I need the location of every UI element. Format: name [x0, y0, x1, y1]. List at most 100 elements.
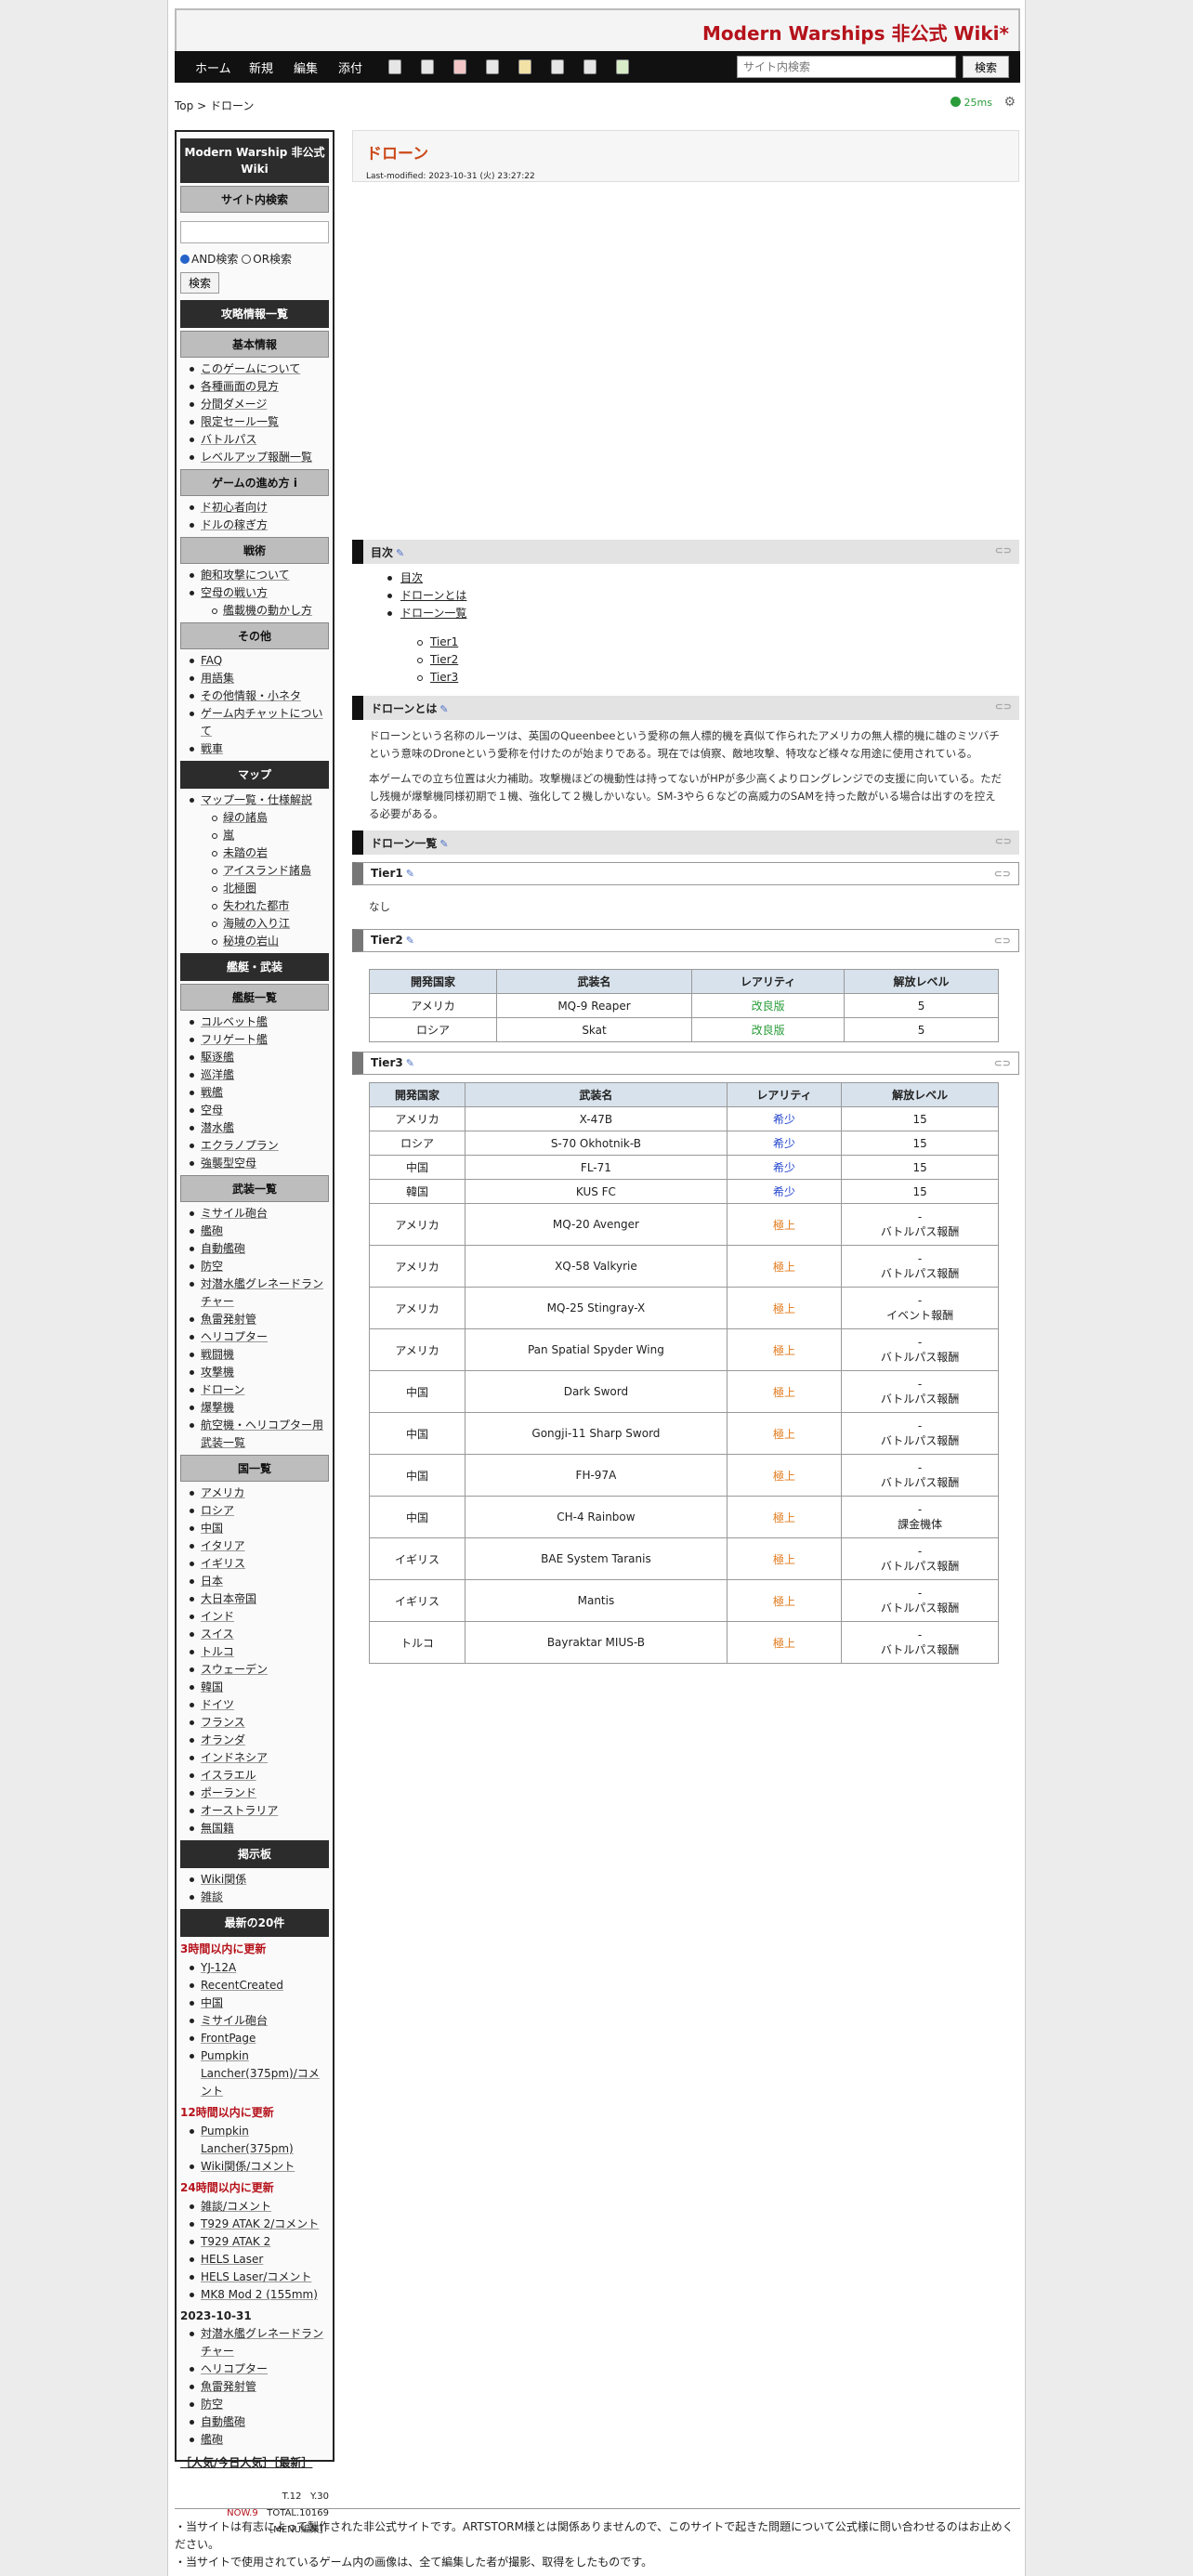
top-search-input[interactable]	[737, 56, 956, 78]
country-cell[interactable]: アメリカ	[368, 1287, 466, 1329]
recent-item[interactable]: Pumpkin Lancher(375pm)	[190, 2123, 329, 2158]
sidebar-item[interactable]: 日本	[190, 1573, 329, 1590]
list-icon[interactable]	[518, 59, 531, 74]
sidebar-item[interactable]: 航空機・ヘリコプター用武装一覧	[190, 1417, 329, 1452]
name-cell[interactable]: Skat	[496, 1017, 693, 1042]
sidebar-item[interactable]: ド初心者向け	[190, 499, 329, 517]
country-cell[interactable]: トルコ	[368, 1621, 466, 1664]
name-cell[interactable]: Mantis	[465, 1579, 728, 1622]
nav-edit-link[interactable]: 編集	[294, 59, 318, 76]
sidebar-subitem[interactable]: 緑の諸島	[190, 809, 329, 827]
sidebar-item[interactable]: インドネシア	[190, 1749, 329, 1767]
sidebar-search-button[interactable]: 検索	[180, 272, 220, 294]
recent-item[interactable]: RecentCreated	[190, 1977, 329, 1994]
sidebar-item[interactable]: 大日本帝国	[190, 1590, 329, 1608]
sidebar-search-input[interactable]	[180, 221, 329, 243]
edit-icon[interactable]: ✎	[406, 935, 414, 947]
site-title[interactable]: Modern Warships 非公式 Wiki*	[702, 19, 1009, 46]
sidebar-item[interactable]: ドイツ	[190, 1696, 329, 1714]
reload-icon[interactable]	[486, 59, 499, 74]
top-search-button[interactable]: 検索	[963, 56, 1009, 78]
sidebar-item[interactable]: 分間ダメージ	[190, 396, 329, 413]
recent-item[interactable]: T929 ATAK 2	[190, 2233, 329, 2251]
edit-icon[interactable]: ✎	[439, 703, 448, 715]
toc-link[interactable]: Tier3	[430, 671, 458, 684]
sidebar-item[interactable]: ドローン	[190, 1381, 329, 1399]
name-cell[interactable]: MQ-25 Stingray-X	[465, 1287, 728, 1329]
sidebar-item[interactable]: イギリス	[190, 1555, 329, 1573]
sidebar-item[interactable]: 各種画面の見方	[190, 378, 329, 396]
sidebar-item[interactable]: ロシア	[190, 1502, 329, 1520]
sidebar-item[interactable]: ミサイル砲台	[190, 1205, 329, 1223]
sidebar-item[interactable]: イスラエル	[190, 1767, 329, 1785]
sidebar-item[interactable]: イタリア	[190, 1537, 329, 1555]
sidebar-subitem[interactable]: 失われた都市	[190, 897, 329, 915]
sidebar-item[interactable]: 駆逐艦	[190, 1049, 329, 1066]
sidebar-item[interactable]: 戦闘機	[190, 1346, 329, 1364]
toc-link[interactable]: ドローンとは	[400, 589, 466, 602]
recent-item[interactable]: MK8 Mod 2 (155mm)	[190, 2286, 329, 2304]
and-radio[interactable]	[180, 255, 190, 264]
sidebar-item[interactable]: 雑談	[190, 1889, 329, 1906]
sidebar-item[interactable]: 攻撃機	[190, 1364, 329, 1381]
sidebar-item[interactable]: 中国	[190, 1520, 329, 1537]
sidebar-item[interactable]: レベルアップ報酬一覧	[190, 449, 329, 466]
edit-icon[interactable]: ✎	[406, 1057, 414, 1069]
recent-item[interactable]: 魚雷発射管	[190, 2378, 329, 2396]
name-cell[interactable]: Gongji-11 Sharp Sword	[465, 1412, 728, 1455]
country-cell[interactable]: イギリス	[368, 1537, 466, 1580]
link-icon[interactable]: ⊂⊃	[994, 868, 1011, 880]
sidebar-item[interactable]: ドルの稼ぎ方	[190, 517, 329, 534]
toc-link[interactable]: Tier1	[430, 635, 458, 648]
sidebar-item[interactable]: コルベット艦	[190, 1013, 329, 1031]
popular-links[interactable]: ［人気/今日人気］［最新］	[180, 2454, 329, 2470]
link-icon[interactable]: ⊂⊃	[995, 700, 1012, 713]
sidebar-item[interactable]: 戦艦	[190, 1084, 329, 1102]
link-icon[interactable]: ⊂⊃	[995, 544, 1012, 556]
name-cell[interactable]: Bayraktar MIUS-B	[465, 1621, 728, 1664]
sidebar-subitem[interactable]: 秘境の岩山	[190, 933, 329, 950]
recent-item[interactable]: 雑談/コメント	[190, 2198, 329, 2216]
sidebar-item[interactable]: ゲーム内チャットについて	[190, 705, 329, 740]
backup-icon[interactable]	[421, 59, 434, 74]
sidebar-item[interactable]: バトルパス	[190, 431, 329, 449]
recent-item[interactable]: YJ-12A	[190, 1959, 329, 1977]
country-cell[interactable]: 韓国	[368, 1179, 466, 1204]
sidebar-item[interactable]: 空母	[190, 1102, 329, 1119]
sidebar-item[interactable]: オーストラリア	[190, 1802, 329, 1820]
sidebar-subitem[interactable]: アイスランド諸島	[190, 862, 329, 880]
country-cell[interactable]: ロシア	[368, 1131, 466, 1156]
recent-item[interactable]: FrontPage	[190, 2030, 329, 2047]
recent-item[interactable]: ミサイル砲台	[190, 2012, 329, 2030]
name-cell[interactable]: FH-97A	[465, 1454, 728, 1497]
sidebar-item[interactable]: アメリカ	[190, 1484, 329, 1502]
sidebar-item[interactable]: 自動艦砲	[190, 1240, 329, 1258]
sidebar-item[interactable]: 防空	[190, 1258, 329, 1275]
sidebar-item[interactable]: 対潜水艦グレネードランチャー	[190, 1275, 329, 1311]
page-title[interactable]: ドローン	[366, 140, 1005, 163]
sidebar-item[interactable]: トルコ	[190, 1643, 329, 1661]
link-icon[interactable]: ⊂⊃	[995, 835, 1012, 847]
sidebar-item[interactable]: エクラノプラン	[190, 1137, 329, 1155]
recent-item[interactable]: HELS Laser	[190, 2251, 329, 2269]
sidebar-item[interactable]: 艦砲	[190, 1223, 329, 1240]
sidebar-item[interactable]: 韓国	[190, 1679, 329, 1696]
sidebar-item[interactable]: 戦車	[190, 740, 329, 758]
country-cell[interactable]: イギリス	[368, 1579, 466, 1622]
name-cell[interactable]: KUS FC	[465, 1179, 728, 1204]
link-icon[interactable]: ⊂⊃	[994, 935, 1011, 947]
recent-item[interactable]: 対潜水艦グレネードランチャー	[190, 2325, 329, 2360]
toc-link[interactable]: 目次	[400, 571, 423, 584]
name-cell[interactable]: Dark Sword	[465, 1370, 728, 1413]
sidebar-item[interactable]: 強襲型空母	[190, 1155, 329, 1172]
country-cell[interactable]: 中国	[368, 1155, 466, 1180]
sidebar-item[interactable]: その他情報・小ネタ	[190, 687, 329, 705]
sidebar-item[interactable]: Wiki関係	[190, 1871, 329, 1889]
breadcrumb-top-link[interactable]: Top	[175, 99, 193, 112]
sidebar-subitem[interactable]: 海賊の入り江	[190, 915, 329, 933]
edit-icon[interactable]: ✎	[406, 868, 414, 880]
name-cell[interactable]: CH-4 Rainbow	[465, 1496, 728, 1538]
help-icon[interactable]	[616, 59, 629, 74]
sidebar-item[interactable]: 魚雷発射管	[190, 1311, 329, 1328]
recent-item[interactable]: 中国	[190, 1994, 329, 2012]
